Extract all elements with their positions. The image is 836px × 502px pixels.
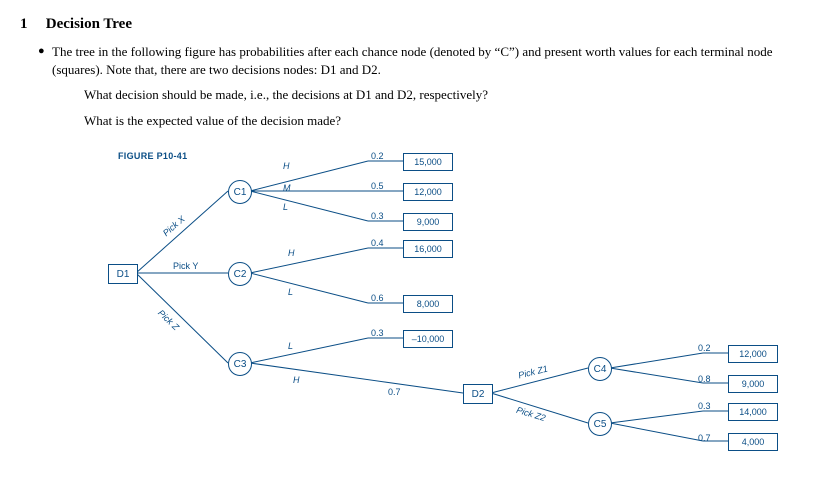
branch-c2-h: H: [288, 248, 295, 258]
section-heading: 1 Decision Tree: [20, 16, 812, 33]
prob-c2-h: 0.4: [371, 238, 384, 248]
problem-statement: ● The tree in the following figure has p…: [52, 43, 812, 129]
intro-text: The tree in the following figure has pro…: [52, 43, 812, 78]
terminal-8: 9,000: [728, 375, 778, 393]
branch-c3-l: L: [288, 341, 293, 351]
chance-node-c1: C1: [228, 180, 252, 204]
terminal-1: 15,000: [403, 153, 453, 171]
terminal-7: 12,000: [728, 345, 778, 363]
section-title: Decision Tree: [46, 16, 132, 32]
decision-node-d2: D2: [463, 384, 493, 404]
decision-node-d1: D1: [108, 264, 138, 284]
branch-c3-h: H: [293, 375, 300, 385]
chance-node-c5: C5: [588, 412, 612, 436]
branch-c1-m: M: [283, 183, 291, 193]
question-1: What decision should be made, i.e., the …: [84, 86, 812, 104]
branch-c2-l: L: [288, 287, 293, 297]
branch-c1-h: H: [283, 161, 290, 171]
prob-c4-a: 0.2: [698, 343, 711, 353]
question-2: What is the expected value of the decisi…: [84, 112, 812, 130]
chance-node-c3: C3: [228, 352, 252, 376]
prob-c5-a: 0.3: [698, 401, 711, 411]
bullet-icon: ●: [38, 45, 45, 57]
section-number: 1: [20, 16, 42, 33]
prob-c5-b: 0.7: [698, 433, 711, 443]
branch-c1-l: L: [283, 202, 288, 212]
terminal-3: 9,000: [403, 213, 453, 231]
chance-node-c4: C4: [588, 357, 612, 381]
terminal-6: –10,000: [403, 330, 453, 348]
prob-c1-l: 0.3: [371, 211, 384, 221]
branch-pick-y: Pick Y: [173, 261, 198, 271]
terminal-2: 12,000: [403, 183, 453, 201]
terminal-5: 8,000: [403, 295, 453, 313]
terminal-9: 14,000: [728, 403, 778, 421]
prob-c1-m: 0.5: [371, 181, 384, 191]
terminal-4: 16,000: [403, 240, 453, 258]
prob-c4-b: 0.8: [698, 374, 711, 384]
prob-c3-l: 0.3: [371, 328, 384, 338]
decision-tree-figure: FIGURE P10-41: [68, 143, 788, 473]
terminal-10: 4,000: [728, 433, 778, 451]
prob-c2-l: 0.6: [371, 293, 384, 303]
prob-c1-h: 0.2: [371, 151, 384, 161]
prob-c3-h: 0.7: [388, 387, 401, 397]
chance-node-c2: C2: [228, 262, 252, 286]
